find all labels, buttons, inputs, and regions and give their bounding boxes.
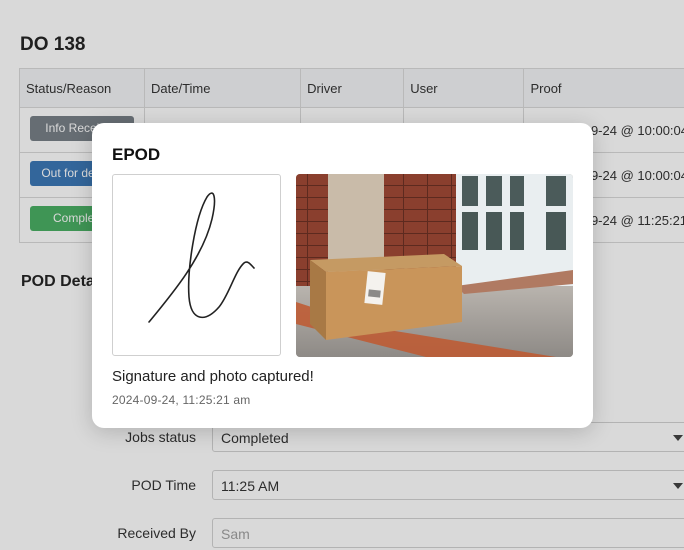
signature-image <box>112 174 281 356</box>
parcel-photo <box>296 174 573 357</box>
signature-drawing <box>148 192 255 323</box>
delivery-photo <box>296 174 573 357</box>
epod-modal: EPOD Signature and photo captured! 2024-… <box>92 123 593 428</box>
capture-status-message: Signature and photo captured! <box>112 368 314 385</box>
modal-title: EPOD <box>112 145 161 164</box>
capture-timestamp: 2024-09-24, 11:25:21 am <box>112 393 251 407</box>
